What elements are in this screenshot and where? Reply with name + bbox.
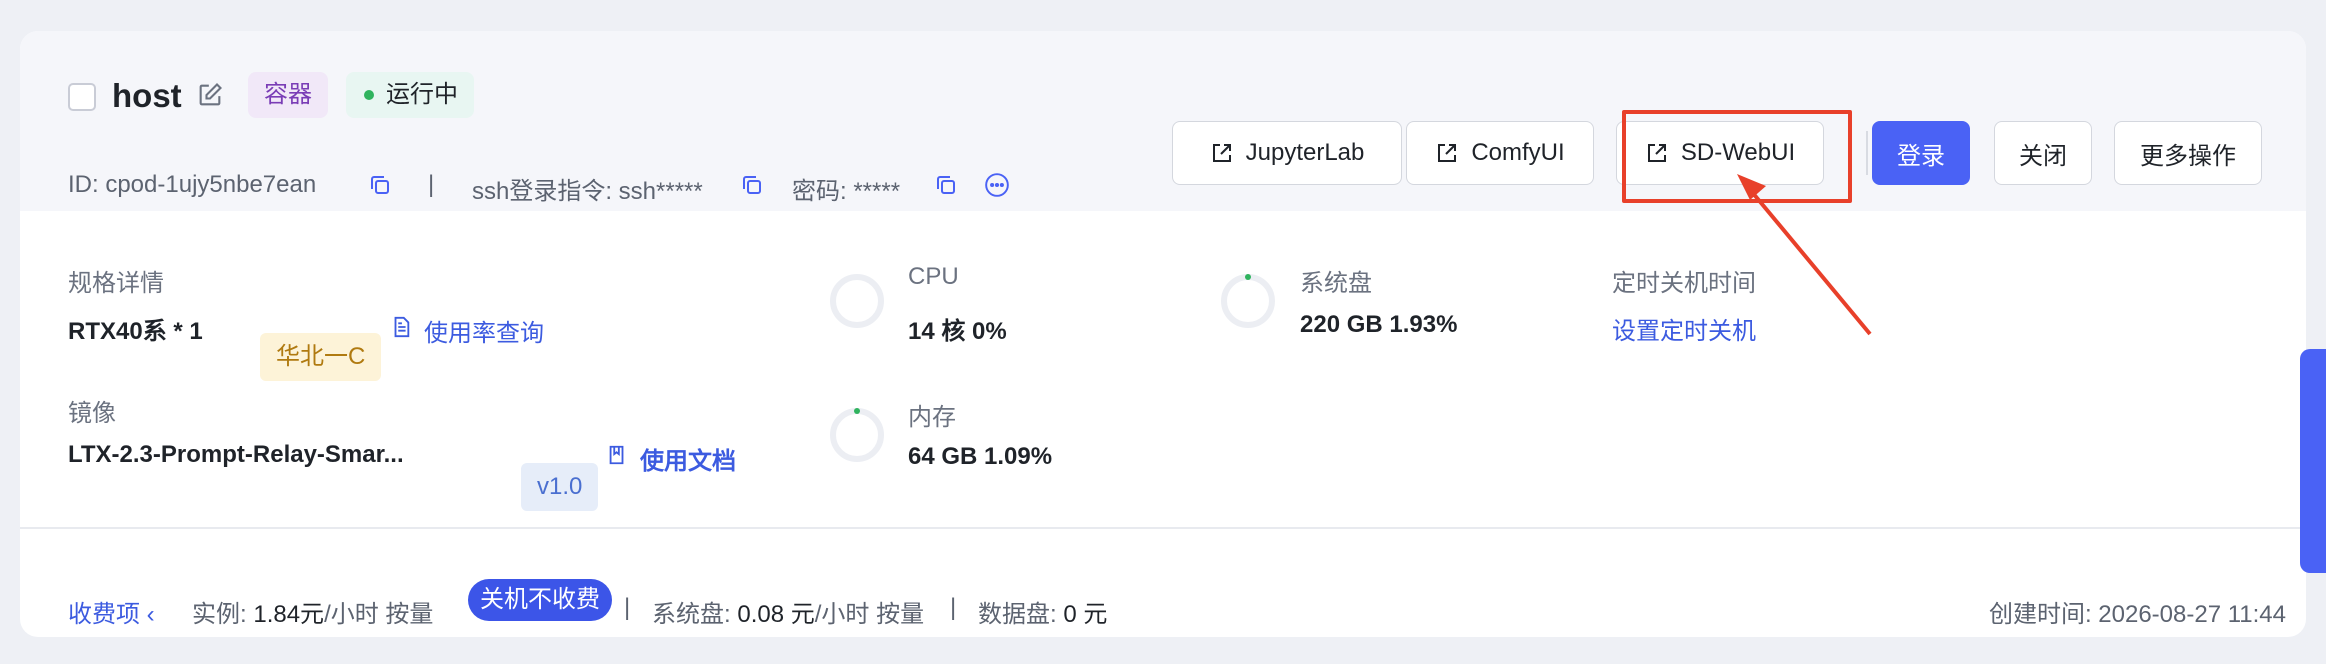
- spec-label: 规格详情: [68, 270, 164, 297]
- usage-query-link[interactable]: 使用率查询: [390, 313, 544, 348]
- usage-query-label: 使用率查询: [424, 320, 544, 347]
- instance-name: host: [112, 77, 182, 114]
- instance-id: ID: cpod-1ujy5nbe7ean: [68, 171, 317, 198]
- disk-value: 220 GB 1.93%: [1300, 311, 1458, 338]
- close-label: 关闭: [2019, 142, 2067, 170]
- more-options-icon[interactable]: [984, 172, 1010, 198]
- per-hour: /小时: [814, 601, 870, 628]
- cpu-label: CPU: [908, 263, 959, 290]
- billing-mode: 按量: [385, 601, 434, 628]
- per-hour: /小时: [324, 601, 379, 628]
- created-time: 创建时间: 2026-08-27 11:44: [1988, 601, 2286, 628]
- memory-value: 64 GB 1.09%: [908, 443, 1053, 470]
- side-feedback-tab[interactable]: [2300, 349, 2326, 573]
- data-disk-price: 0 元: [1063, 601, 1108, 628]
- comfyui-button[interactable]: ComfyUI: [1406, 121, 1594, 185]
- instance-fee-label: 实例:: [192, 601, 247, 628]
- footer-separator: |: [624, 594, 631, 621]
- instance-fee: 实例: 1.84元/小时 按量: [192, 594, 433, 629]
- status-dot: [364, 90, 374, 100]
- memory-label: 内存: [908, 404, 956, 431]
- status-text: 运行中: [386, 81, 458, 108]
- billing-mode: 按量: [876, 601, 925, 628]
- instance-price: 1.84元: [253, 601, 325, 628]
- region-tag: 华北一C: [260, 333, 382, 381]
- login-label: 登录: [1897, 142, 1945, 170]
- disk-label: 系统盘: [1300, 270, 1372, 297]
- password: 密码: *****: [792, 178, 901, 205]
- close-button[interactable]: 关闭: [1994, 121, 2092, 185]
- shutdown-label: 定时关机时间: [1612, 270, 1756, 297]
- external-link-icon: [1438, 144, 1457, 162]
- jupyterlab-label: JupyterLab: [1245, 139, 1365, 166]
- copy-ssh-icon[interactable]: [740, 173, 764, 197]
- memory-usage-ring: [830, 408, 884, 462]
- footer-separator: |: [950, 594, 957, 621]
- external-link-icon: [1212, 144, 1231, 162]
- document-icon: [394, 316, 410, 338]
- fees-label: 收费项: [68, 601, 140, 628]
- type-tag: 容器: [248, 72, 328, 118]
- copy-password-icon[interactable]: [934, 173, 958, 197]
- data-disk-fee: 数据盘: 0 元: [978, 594, 1107, 629]
- comfyui-label: ComfyUI: [1471, 139, 1565, 166]
- status-badge: 运行中: [346, 72, 474, 118]
- image-value: LTX-2.3-Prompt-Relay-Smar...: [68, 441, 404, 468]
- disk-fee: 系统盘: 0.08 元/小时 按量: [652, 594, 924, 629]
- footer-divider: [20, 527, 2306, 529]
- cpu-value: 14 核 0%: [908, 318, 1007, 345]
- jupyterlab-button[interactable]: JupyterLab: [1172, 121, 1402, 185]
- docs-label: 使用文档: [640, 448, 736, 475]
- instance-card: host 容器 运行中 ID: cpod-1ujy5nbe7ean | ssh登…: [20, 31, 2306, 637]
- fees-link[interactable]: 收费项 ‹: [68, 594, 155, 629]
- disk-usage-ring: [1221, 274, 1275, 328]
- more-actions-label: 更多操作: [2140, 142, 2236, 170]
- data-disk-label: 数据盘:: [978, 601, 1057, 628]
- highlight-box: [1622, 110, 1852, 203]
- edit-icon[interactable]: [196, 81, 224, 109]
- no-charge-badge: 关机不收费: [468, 579, 612, 621]
- image-label: 镜像: [68, 400, 116, 427]
- select-checkbox[interactable]: [68, 83, 96, 111]
- disk-fee-label: 系统盘:: [652, 601, 731, 628]
- cpu-usage-ring: [830, 274, 884, 328]
- button-divider: [1866, 131, 1868, 175]
- more-actions-button[interactable]: 更多操作: [2114, 121, 2262, 185]
- set-shutdown-link[interactable]: 设置定时关机: [1612, 311, 1756, 346]
- spec-value: RTX40系 * 1: [68, 318, 203, 345]
- ssh-command: ssh登录指令: ssh*****: [472, 178, 703, 205]
- docs-link[interactable]: 使用文档: [606, 441, 736, 476]
- disk-fee-price: 0.08 元: [737, 601, 815, 628]
- book-icon: [609, 445, 624, 465]
- copy-id-icon[interactable]: [368, 173, 392, 197]
- login-button[interactable]: 登录: [1872, 121, 1970, 185]
- card-header: host 容器 运行中 ID: cpod-1ujy5nbe7ean | ssh登…: [20, 31, 2306, 211]
- chevron-left-icon: ‹: [146, 601, 155, 628]
- version-tag: v1.0: [521, 463, 599, 511]
- meta-separator: |: [428, 171, 435, 198]
